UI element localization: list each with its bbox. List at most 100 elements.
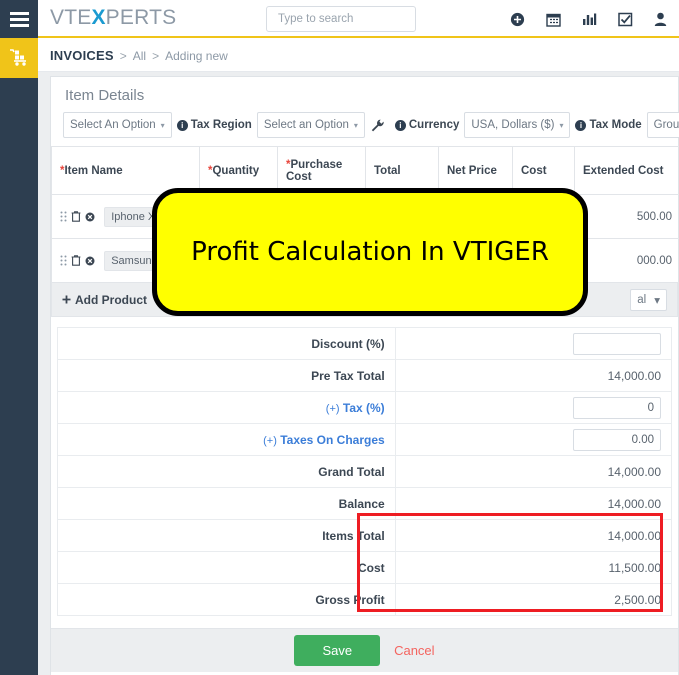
totals-label-tax[interactable]: (+) Tax (%) <box>57 391 396 424</box>
totals-value-cost: 11,500.00 <box>394 551 673 584</box>
hamburger-icon[interactable] <box>0 0 38 38</box>
totals-row-cost: Cost 11,500.00 <box>57 551 673 584</box>
column-header-extended-cost: Extended Cost <box>574 146 679 195</box>
form-actions: Save Cancel <box>51 628 678 672</box>
left-sidebar <box>0 0 38 675</box>
breadcrumb-module[interactable]: INVOICES <box>50 48 114 63</box>
sidebar-item-inventory[interactable] <box>0 38 38 78</box>
tax-region-label-text: Tax Region <box>190 119 252 131</box>
totals-label-cost: Cost <box>57 551 396 584</box>
cancel-button[interactable]: Cancel <box>394 643 434 658</box>
final-total-select[interactable]: al ▾ <box>630 288 667 311</box>
tax-mode-label: i Tax Mode <box>570 119 646 131</box>
topbar-icon-group <box>510 0 675 38</box>
totals-label-tax-text: Tax (%) <box>342 400 385 415</box>
totals-row-grand-total: Grand Total 14,000.00 <box>57 455 673 488</box>
totals-label-taxes-on-charges-text: Taxes On Charges <box>280 432 385 447</box>
totals-label-pre-tax-total: Pre Tax Total <box>57 359 396 392</box>
totals-section: Discount (%) Pre Tax Total 14,000.00 (+)… <box>51 317 678 616</box>
totals-row-balance: Balance 14,000.00 <box>57 487 673 520</box>
search-input[interactable] <box>278 13 432 25</box>
currency-select[interactable]: USA, Dollars ($) ▾ <box>464 112 571 138</box>
totals-row-items-total: Items Total 14,000.00 <box>57 519 673 552</box>
info-icon[interactable]: i <box>394 119 406 131</box>
top-navigation-bar: VTEXPERTS <box>38 0 679 38</box>
chevron-down-icon: ▾ <box>559 120 564 130</box>
chevron-down-icon: ▾ <box>353 120 358 130</box>
totals-label-gross-profit: Gross Profit <box>57 583 396 616</box>
banner-text: Profit Calculation In VTIGER <box>191 237 549 267</box>
clear-circle-icon[interactable] <box>85 212 95 222</box>
trash-icon[interactable] <box>71 255 81 266</box>
plus-prefix: (+) <box>263 434 277 447</box>
add-product-label: Add Product <box>75 292 147 307</box>
drag-handle-icon[interactable] <box>60 255 67 266</box>
drag-handle-icon[interactable] <box>60 211 67 222</box>
calendar-icon[interactable] <box>546 12 561 27</box>
tax-mode-value: Group <box>653 119 679 131</box>
totals-value-grand-total: 14,000.00 <box>394 455 673 488</box>
totals-value-discount <box>394 327 673 360</box>
breadcrumb-separator: > <box>152 48 160 63</box>
user-profile-icon[interactable] <box>654 12 667 27</box>
totals-table: Discount (%) Pre Tax Total 14,000.00 (+)… <box>57 327 673 616</box>
main-content: Item Details Select An Option ▾ i Tax Re… <box>38 72 679 675</box>
totals-value-pre-tax-total: 14,000.00 <box>394 359 673 392</box>
row-controls <box>60 255 95 266</box>
totals-label-grand-total: Grand Total <box>57 455 396 488</box>
chevron-down-icon: ▾ <box>654 294 660 307</box>
trash-icon[interactable] <box>71 211 81 222</box>
app-logo[interactable]: VTEXPERTS <box>50 6 176 30</box>
info-icon[interactable]: i <box>176 119 188 131</box>
line-item-option-label: Select An Option <box>70 119 156 131</box>
app-root: VTEXPERTS Type to search INVOICES > All … <box>0 0 679 675</box>
item-details-card: Item Details Select An Option ▾ i Tax Re… <box>50 76 679 675</box>
tasks-icon[interactable] <box>618 12 633 27</box>
breadcrumb: INVOICES > All > Adding new <box>38 40 679 72</box>
cell-extended-cost: 500.00 <box>574 194 679 239</box>
global-search[interactable] <box>266 6 432 32</box>
row-controls <box>60 211 95 222</box>
totals-value-balance: 14,000.00 <box>394 487 673 520</box>
plus-prefix: (+) <box>325 402 340 415</box>
totals-row-taxes-on-charges: (+) Taxes On Charges <box>57 423 673 456</box>
tax-input[interactable] <box>573 396 661 419</box>
chevron-down-icon: ▾ <box>160 120 165 130</box>
tax-region-label: i Tax Region <box>172 119 257 131</box>
totals-row-tax: (+) Tax (%) <box>57 391 673 424</box>
breadcrumb-separator: > <box>119 48 127 63</box>
totals-row-pre-tax-total: Pre Tax Total 14,000.00 <box>57 359 673 392</box>
currency-label-text: Currency <box>408 119 460 131</box>
add-product-button[interactable]: Add Product <box>62 293 147 307</box>
logo-accent: X <box>91 6 106 29</box>
tax-region-select[interactable]: Select an Option ▾ <box>256 112 365 138</box>
add-circle-icon[interactable] <box>510 12 525 27</box>
profit-calculation-banner: Profit Calculation In VTIGER <box>152 188 588 316</box>
tax-region-value: Select an Option <box>263 119 349 131</box>
totals-label-balance: Balance <box>57 487 396 520</box>
save-button[interactable]: Save <box>294 635 381 666</box>
page-title: Item Details <box>65 87 145 104</box>
totals-row-gross-profit: Gross Profit 2,500.00 <box>57 583 673 616</box>
info-icon[interactable]: i <box>575 119 587 131</box>
line-item-option-select[interactable]: Select An Option ▾ <box>63 112 172 138</box>
logo-prefix: VTE <box>50 6 92 29</box>
currency-value: USA, Dollars ($) <box>471 119 555 131</box>
analytics-icon[interactable] <box>582 12 597 27</box>
totals-label-items-total: Items Total <box>57 519 396 552</box>
totals-row-discount: Discount (%) <box>57 327 673 360</box>
logo-suffix: PERTS <box>105 6 177 29</box>
plus-icon <box>62 295 71 304</box>
totals-value-gross-profit: 2,500.00 <box>394 583 673 616</box>
discount-input[interactable] <box>573 332 661 355</box>
wrench-icon[interactable] <box>365 119 390 132</box>
cell-extended-cost: 000.00 <box>574 238 679 283</box>
totals-label-taxes-on-charges[interactable]: (+) Taxes On Charges <box>57 423 396 456</box>
clear-circle-icon[interactable] <box>85 256 95 266</box>
breadcrumb-view[interactable]: All <box>133 49 146 63</box>
totals-value-tax <box>394 391 673 424</box>
taxes-on-charges-input[interactable] <box>573 428 661 451</box>
final-total-label: al <box>637 293 647 306</box>
inventory-cart-icon <box>10 49 26 66</box>
tax-mode-select[interactable]: Group ▾ <box>646 112 679 138</box>
